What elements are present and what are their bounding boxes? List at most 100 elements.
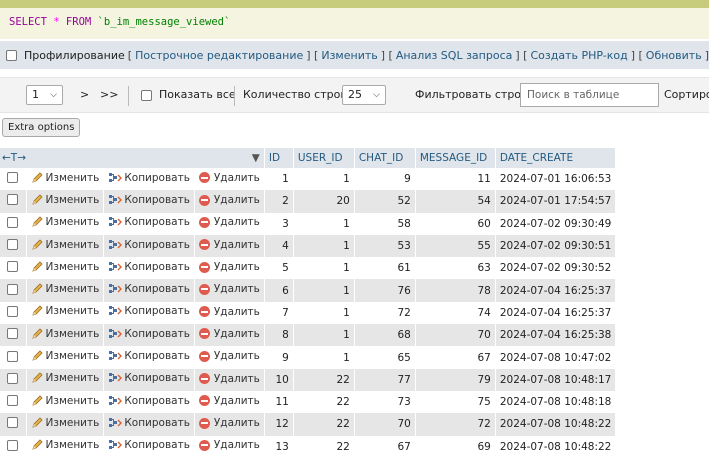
cell-id[interactable]: 2 (264, 190, 294, 213)
cell-user-id[interactable]: 22 (293, 368, 355, 391)
cell-chat-id[interactable]: 65 (354, 346, 416, 369)
explain-sql-link[interactable]: Анализ SQL запроса (396, 49, 513, 62)
cell-message-id[interactable]: 75 (415, 390, 496, 414)
cell-message-id[interactable]: 60 (415, 212, 496, 235)
refresh-link[interactable]: Обновить (646, 49, 702, 62)
cell-date-create[interactable]: 2024-07-02 09:30:49 (495, 212, 617, 235)
row-checkbox[interactable] (7, 417, 19, 429)
cell-date-create[interactable]: 2024-07-04 16:25:37 (495, 301, 617, 325)
cell-user-id[interactable]: 22 (293, 390, 355, 414)
cell-date-create[interactable]: 2024-07-01 17:54:57 (495, 190, 617, 213)
edit-row-button[interactable]: Изменить (31, 305, 99, 317)
cell-id[interactable]: 4 (264, 234, 294, 258)
edit-row-button[interactable]: Изменить (31, 417, 99, 429)
copy-row-button[interactable]: Копировать (108, 305, 190, 317)
cell-id[interactable]: 11 (264, 390, 294, 414)
cell-date-create[interactable]: 2024-07-08 10:48:18 (495, 390, 617, 414)
edit-row-button[interactable]: Изменить (31, 172, 99, 184)
delete-row-button[interactable]: Удалить (198, 239, 260, 251)
cell-date-create[interactable]: 2024-07-04 16:25:38 (495, 324, 617, 347)
edit-row-button[interactable]: Изменить (31, 439, 99, 451)
copy-row-button[interactable]: Копировать (108, 172, 190, 184)
cell-date-create[interactable]: 2024-07-08 10:47:02 (495, 346, 617, 369)
filter-search-input[interactable] (520, 83, 659, 107)
delete-row-button[interactable]: Удалить (198, 350, 260, 362)
cell-message-id[interactable]: 55 (415, 234, 496, 258)
cell-message-id[interactable]: 67 (415, 346, 496, 369)
delete-row-button[interactable]: Удалить (198, 216, 260, 228)
cell-user-id[interactable]: 1 (293, 301, 355, 325)
row-checkbox[interactable] (7, 439, 19, 451)
edit-row-button[interactable]: Изменить (31, 239, 99, 251)
row-checkbox[interactable] (7, 261, 19, 273)
cell-user-id[interactable]: 1 (293, 168, 355, 191)
cell-date-create[interactable]: 2024-07-01 16:06:53 (495, 168, 617, 191)
delete-row-button[interactable]: Удалить (198, 395, 260, 407)
edit-row-button[interactable]: Изменить (31, 216, 99, 228)
row-checkbox[interactable] (7, 305, 19, 317)
cell-user-id[interactable]: 1 (293, 257, 355, 280)
show-all-checkbox[interactable] (141, 90, 152, 101)
cell-date-create[interactable]: 2024-07-08 10:48:17 (495, 368, 617, 391)
edit-row-button[interactable]: Изменить (31, 261, 99, 273)
copy-row-button[interactable]: Копировать (108, 194, 190, 206)
cell-chat-id[interactable]: 72 (354, 301, 416, 325)
cell-date-create[interactable]: 2024-07-02 09:30:51 (495, 234, 617, 258)
copy-row-button[interactable]: Копировать (108, 417, 190, 429)
cell-user-id[interactable]: 1 (293, 279, 355, 302)
row-checkbox[interactable] (7, 283, 19, 295)
cell-message-id[interactable]: 69 (415, 435, 496, 458)
edit-row-button[interactable]: Изменить (31, 372, 99, 384)
cell-chat-id[interactable]: 67 (354, 435, 416, 458)
copy-row-button[interactable]: Копировать (108, 328, 190, 340)
copy-row-button[interactable]: Копировать (108, 350, 190, 362)
cell-user-id[interactable]: 1 (293, 234, 355, 258)
cell-user-id[interactable]: 1 (293, 346, 355, 369)
copy-row-button[interactable]: Копировать (108, 239, 190, 251)
cell-id[interactable]: 13 (264, 435, 294, 458)
row-checkbox[interactable] (7, 350, 19, 362)
delete-row-button[interactable]: Удалить (198, 261, 260, 273)
cell-date-create[interactable]: 2024-07-08 10:48:22 (495, 413, 617, 436)
edit-query-link[interactable]: Изменить (321, 49, 377, 62)
cell-id[interactable]: 10 (264, 368, 294, 391)
page-select[interactable]: 1 ⌵ (26, 85, 63, 105)
cell-chat-id[interactable]: 77 (354, 368, 416, 391)
cell-message-id[interactable]: 74 (415, 301, 496, 325)
cell-chat-id[interactable]: 58 (354, 212, 416, 235)
cell-id[interactable]: 1 (264, 168, 294, 191)
delete-row-button[interactable]: Удалить (198, 439, 260, 451)
column-header-message-id[interactable]: MESSAGE_ID (415, 148, 496, 168)
cell-id[interactable]: 8 (264, 324, 294, 347)
row-checkbox[interactable] (7, 216, 19, 228)
copy-row-button[interactable]: Копировать (108, 261, 190, 273)
delete-row-button[interactable]: Удалить (198, 194, 260, 206)
cell-user-id[interactable]: 20 (293, 190, 355, 213)
rows-count-select[interactable]: 25 ⌵ (342, 85, 386, 105)
cell-date-create[interactable]: 2024-07-02 09:30:52 (495, 257, 617, 280)
delete-row-button[interactable]: Удалить (198, 283, 260, 295)
delete-row-button[interactable]: Удалить (198, 417, 260, 429)
copy-row-button[interactable]: Копировать (108, 372, 190, 384)
cell-chat-id[interactable]: 53 (354, 234, 416, 258)
cell-user-id[interactable]: 1 (293, 324, 355, 347)
delete-row-button[interactable]: Удалить (198, 172, 260, 184)
row-checkbox[interactable] (7, 328, 19, 340)
row-checkbox[interactable] (7, 372, 19, 384)
row-checkbox[interactable] (7, 239, 19, 251)
cell-chat-id[interactable]: 61 (354, 257, 416, 280)
edit-row-button[interactable]: Изменить (31, 350, 99, 362)
edit-row-button[interactable]: Изменить (31, 283, 99, 295)
cell-date-create[interactable]: 2024-07-04 16:25:37 (495, 279, 617, 302)
column-header-date-create[interactable]: DATE_CREATE (495, 148, 617, 168)
cell-message-id[interactable]: 11 (415, 168, 496, 191)
copy-row-button[interactable]: Копировать (108, 395, 190, 407)
cell-chat-id[interactable]: 68 (354, 324, 416, 347)
column-header-chat-id[interactable]: CHAT_ID (354, 148, 416, 168)
cell-message-id[interactable]: 63 (415, 257, 496, 280)
cell-id[interactable]: 9 (264, 346, 294, 369)
cell-user-id[interactable]: 22 (293, 435, 355, 458)
cell-chat-id[interactable]: 73 (354, 390, 416, 414)
cell-message-id[interactable]: 78 (415, 279, 496, 302)
cell-chat-id[interactable]: 9 (354, 168, 416, 191)
